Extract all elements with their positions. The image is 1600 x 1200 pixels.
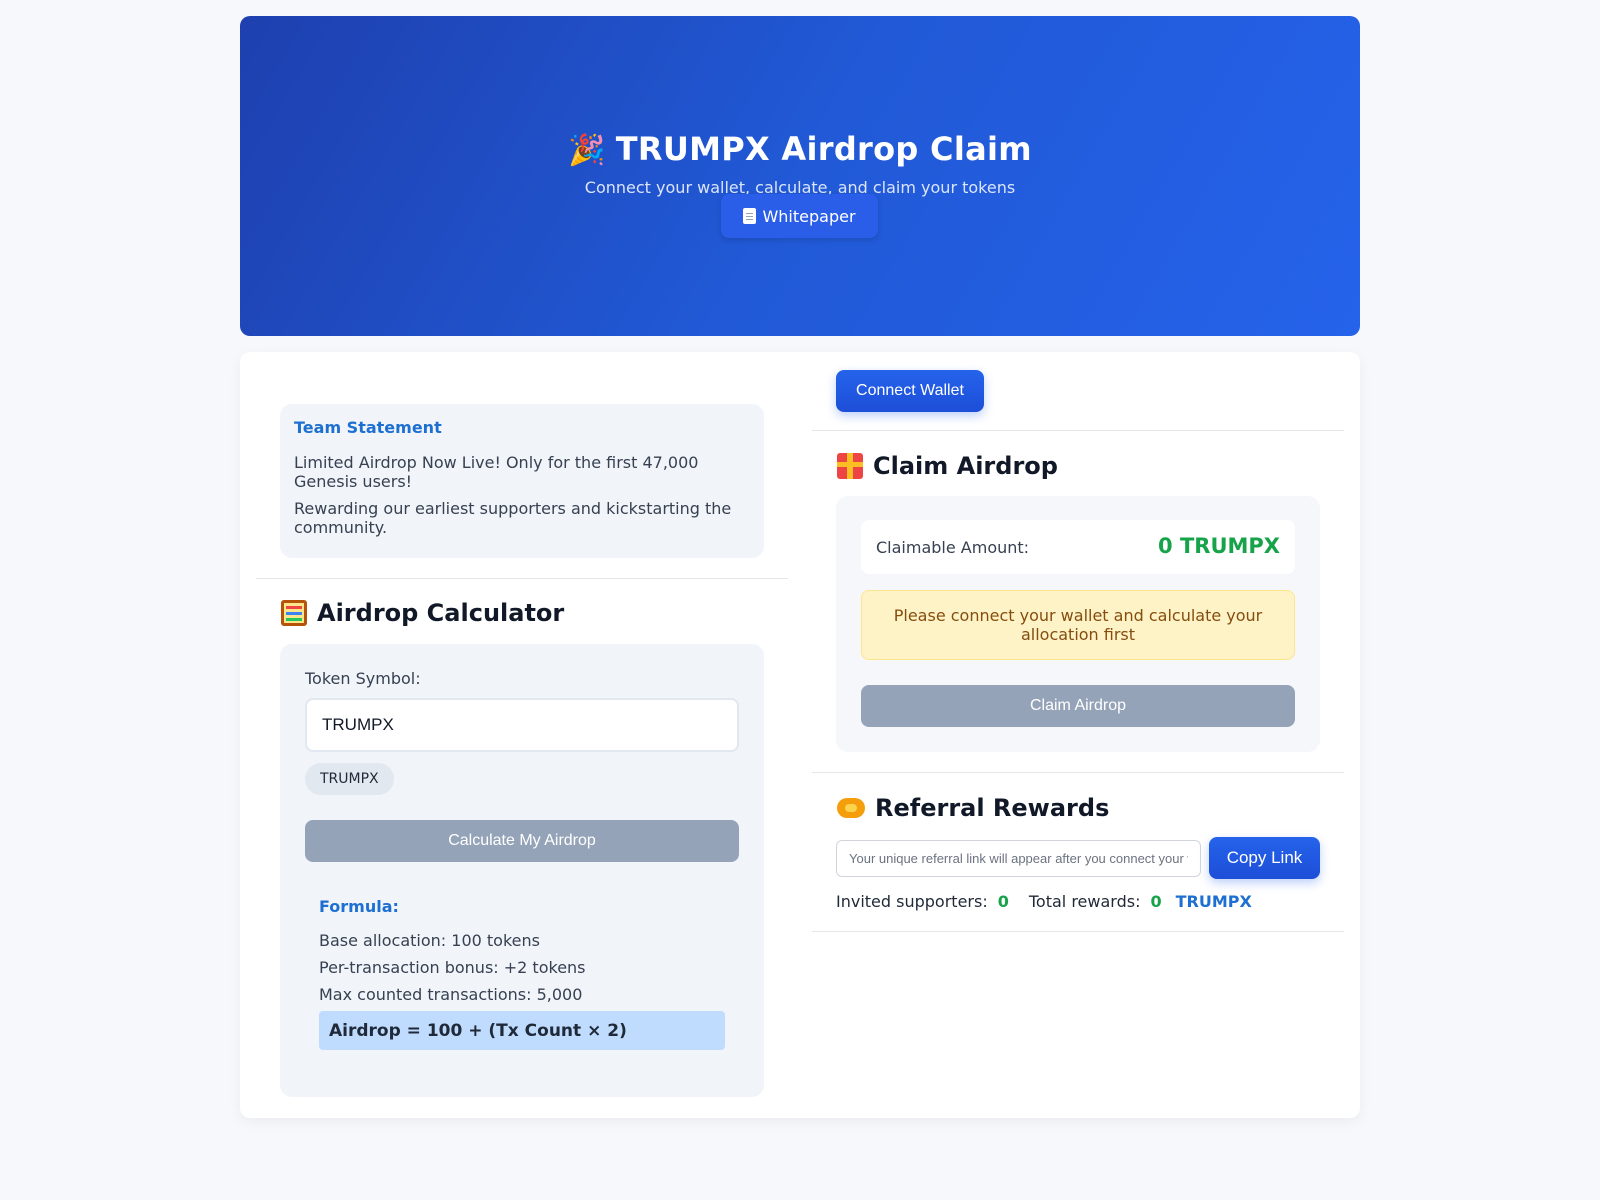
claim-title: Claim Airdrop xyxy=(837,452,1058,480)
formula-title: Formula: xyxy=(319,897,399,916)
whitepaper-button-label: Whitepaper xyxy=(762,206,856,226)
right-divider-3 xyxy=(812,931,1344,932)
token-symbol-input[interactable] xyxy=(305,698,739,752)
copy-link-button[interactable]: Copy Link xyxy=(1209,837,1320,879)
right-divider-2 xyxy=(812,772,1344,773)
page-title-text: TRUMPX Airdrop Claim xyxy=(615,130,1032,168)
invited-value: 0 xyxy=(997,892,1009,911)
team-statement-line-1: Limited Airdrop Now Live! Only for the f… xyxy=(294,453,699,491)
whitepaper-button[interactable]: Whitepaper xyxy=(721,194,878,238)
formula-max: Max counted transactions: 5,000 xyxy=(319,985,583,1004)
formula-bonus: Per-transaction bonus: +2 tokens xyxy=(319,958,586,977)
gift-icon xyxy=(837,453,863,479)
rewards-value: 0 xyxy=(1150,892,1162,911)
claim-airdrop-button[interactable]: Claim Airdrop xyxy=(861,685,1295,727)
claim-title-text: Claim Airdrop xyxy=(873,452,1058,480)
right-divider-1 xyxy=(812,430,1344,431)
team-statement-line-2: Rewarding our earliest supporters and ki… xyxy=(294,499,732,537)
referral-title-text: Referral Rewards xyxy=(875,794,1110,822)
calculate-airdrop-button[interactable]: Calculate My Airdrop xyxy=(305,820,739,862)
claimable-amount-value: 0 TRUMPX xyxy=(1158,534,1280,558)
referral-title: Referral Rewards xyxy=(837,794,1109,822)
claimable-amount-label: Claimable Amount: xyxy=(876,538,1030,557)
team-statement-title: Team Statement xyxy=(294,418,442,437)
calculator-title-text: Airdrop Calculator xyxy=(317,599,565,627)
rewards-label: Total rewards: xyxy=(1028,892,1141,911)
rewards-symbol: TRUMPX xyxy=(1175,892,1252,911)
formula-expression: Airdrop = 100 + (Tx Count × 2) xyxy=(319,1011,725,1050)
claimable-amount-row: Claimable Amount: 0 TRUMPX xyxy=(861,520,1295,574)
referral-link-input[interactable] xyxy=(836,840,1201,877)
page-title: 🎉 TRUMPX Airdrop Claim xyxy=(240,130,1360,168)
party-popper-icon: 🎉 xyxy=(568,133,606,168)
formula-base: Base allocation: 100 tokens xyxy=(319,931,540,950)
calculator-title: Airdrop Calculator xyxy=(281,599,564,627)
referral-stats: Invited supporters: 0 Total rewards: 0 T… xyxy=(836,892,1252,911)
handshake-icon xyxy=(837,798,865,818)
hero-banner: 🎉 TRUMPX Airdrop Claim Connect your walle… xyxy=(240,16,1360,336)
token-symbol-label: Token Symbol: xyxy=(305,669,421,688)
left-divider-1 xyxy=(256,578,788,579)
token-chip[interactable]: TRUMPX xyxy=(305,763,394,795)
connect-wallet-button[interactable]: Connect Wallet xyxy=(836,370,984,412)
abacus-icon xyxy=(281,600,307,626)
connect-warning: Please connect your wallet and calculate… xyxy=(861,590,1295,660)
document-icon xyxy=(743,208,757,224)
invited-label: Invited supporters: xyxy=(836,892,988,911)
